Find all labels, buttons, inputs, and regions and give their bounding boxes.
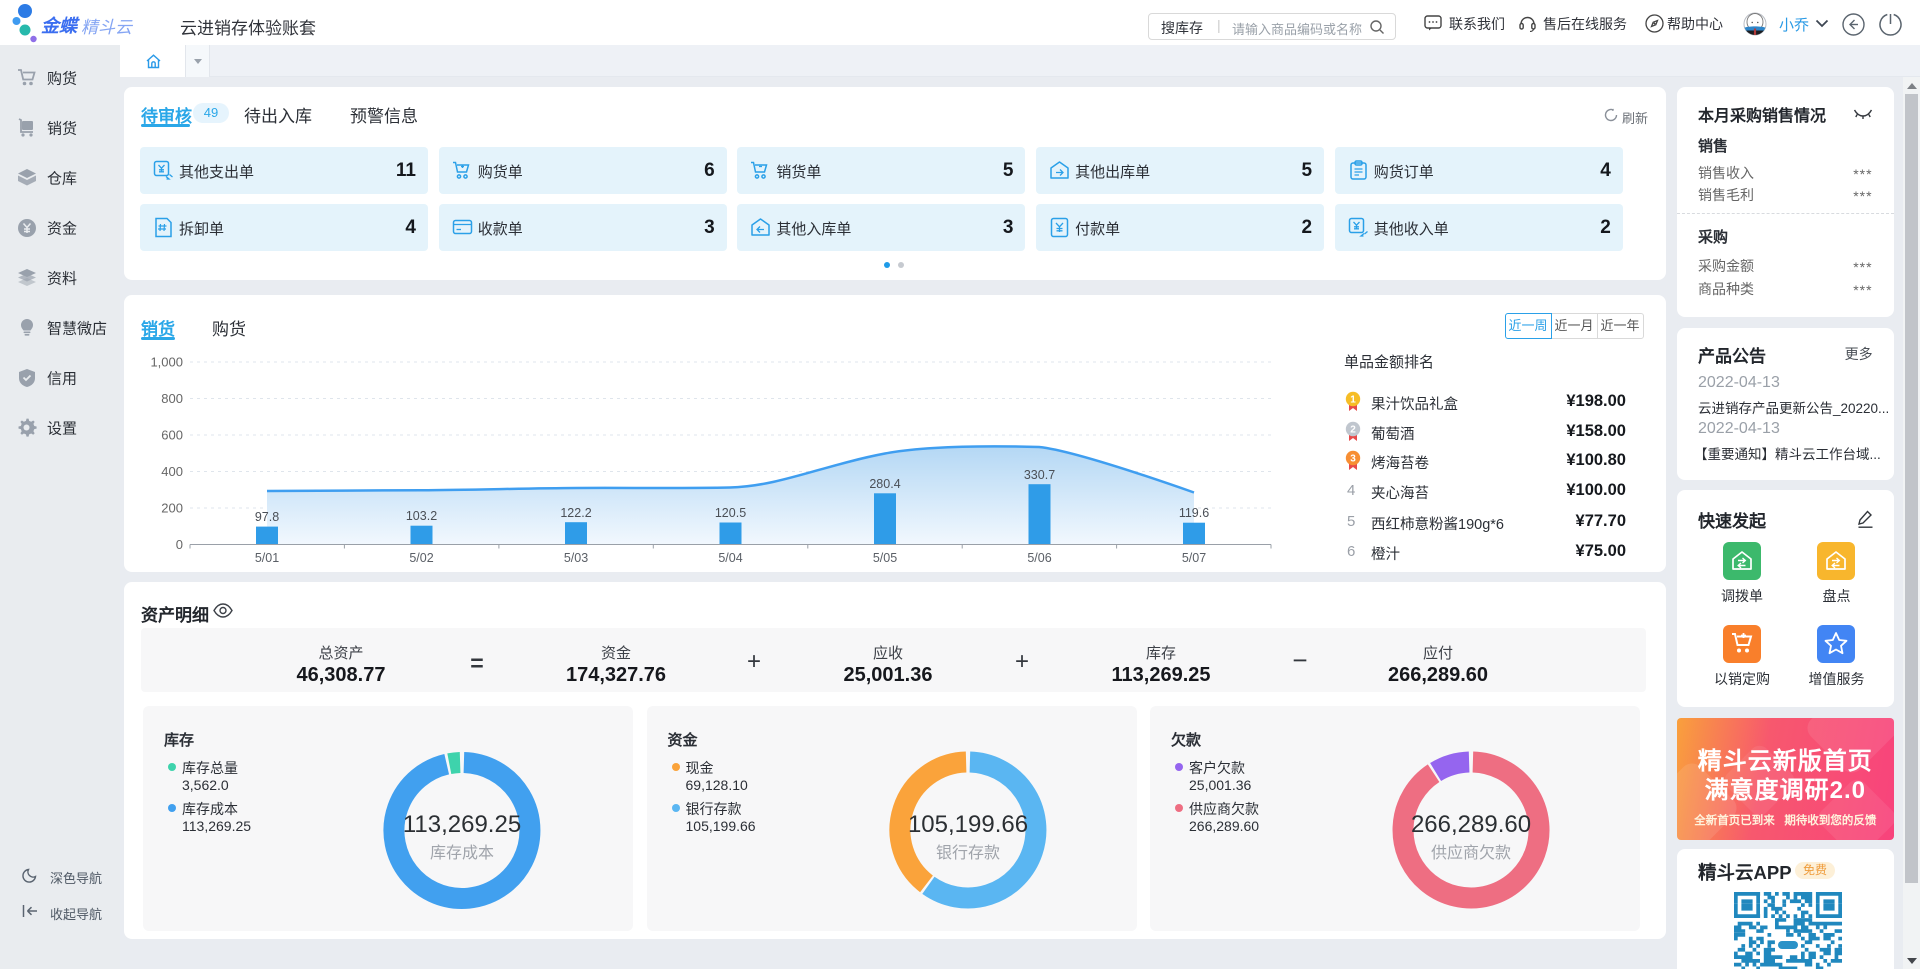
svg-text:266,289.60: 266,289.60 (1411, 811, 1531, 838)
svg-text:库存成本: 库存成本 (430, 844, 494, 862)
svg-text:103.2: 103.2 (406, 509, 437, 523)
svg-text:5/02: 5/02 (409, 551, 433, 565)
svg-text:5/03: 5/03 (564, 551, 588, 565)
svg-text:0: 0 (176, 537, 183, 552)
svg-text:2: 2 (1350, 425, 1356, 436)
svg-text:供应商欠款: 供应商欠款 (1431, 843, 1511, 862)
svg-text:5/05: 5/05 (873, 551, 897, 565)
svg-text:3: 3 (1350, 454, 1356, 465)
svg-text:600: 600 (161, 428, 183, 443)
svg-text:97.8: 97.8 (255, 510, 279, 524)
svg-text:5/06: 5/06 (1027, 551, 1051, 565)
svg-text:119.6: 119.6 (1179, 506, 1209, 520)
svg-text:280.4: 280.4 (869, 477, 900, 491)
svg-text:330.7: 330.7 (1024, 468, 1055, 482)
svg-text:5/01: 5/01 (255, 551, 279, 565)
svg-text:105,199.66: 105,199.66 (908, 811, 1028, 838)
svg-text:200: 200 (161, 501, 183, 516)
svg-text:122.2: 122.2 (560, 506, 591, 520)
svg-text:银行存款: 银行存款 (936, 844, 1000, 862)
svg-text:1,000: 1,000 (150, 355, 183, 370)
svg-text:400: 400 (161, 464, 183, 479)
svg-text:120.5: 120.5 (715, 506, 746, 520)
svg-text:800: 800 (161, 391, 183, 406)
svg-text:113,269.25: 113,269.25 (403, 811, 521, 838)
svg-text:5/07: 5/07 (1182, 551, 1206, 565)
svg-text:1: 1 (1350, 395, 1356, 406)
svg-text:5/04: 5/04 (718, 551, 742, 565)
